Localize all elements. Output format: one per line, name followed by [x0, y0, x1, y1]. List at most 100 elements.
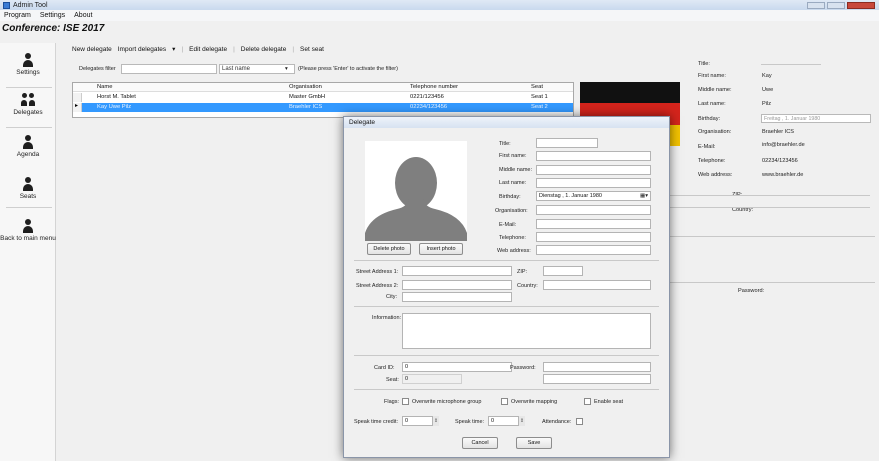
- menu-program[interactable]: Program: [4, 12, 31, 19]
- close-button[interactable]: [847, 1, 875, 9]
- enable-seat-checkbox[interactable]: [584, 398, 591, 405]
- delegate-photo: [365, 141, 467, 241]
- minimize-button[interactable]: [807, 1, 825, 9]
- filter-field-select[interactable]: Last name: [219, 64, 295, 74]
- first-name-field[interactable]: [536, 151, 651, 161]
- filter-field-value: Last name: [222, 66, 251, 72]
- street2-field[interactable]: [402, 280, 512, 290]
- toolbar: New delegate Import delegates ▾ | Edit d…: [72, 45, 324, 54]
- cell-telephone: 0221/123456: [410, 94, 444, 100]
- birthday-label: Birthday:: [499, 194, 521, 200]
- seat-value: 0: [405, 376, 409, 382]
- telephone-label: Telephone:: [499, 235, 526, 241]
- overwrite-mapping-checkbox[interactable]: [501, 398, 508, 405]
- column-header-seat[interactable]: Seat: [531, 84, 543, 90]
- seats-icon: [21, 177, 35, 191]
- card-id-value: 0: [405, 364, 409, 370]
- menu-about[interactable]: About: [74, 12, 92, 19]
- password-confirm-field[interactable]: [543, 374, 651, 384]
- filter-hint: (Please press 'Enter' to activate the fi…: [298, 66, 398, 72]
- attendance-checkbox[interactable]: [576, 418, 583, 425]
- menu-bar: Program Settings About: [0, 10, 879, 21]
- edit-delegate-button[interactable]: Edit delegate: [189, 46, 227, 53]
- table-row-selected[interactable]: ▸ Kay Uwe Pilz Braehler ICS 02234/123456…: [73, 103, 573, 112]
- street1-field[interactable]: [402, 266, 512, 276]
- information-field[interactable]: [402, 313, 651, 349]
- nav-agenda-label: Agenda: [16, 151, 40, 158]
- nav-back[interactable]: Back to main menu: [0, 219, 56, 242]
- detail-organisation: Braehler ICS: [762, 129, 795, 135]
- chevron-down-icon[interactable]: ▾: [172, 45, 175, 53]
- country-field[interactable]: [543, 280, 651, 290]
- information-label: Information:: [372, 315, 402, 321]
- nav-seats[interactable]: Seats: [0, 177, 56, 200]
- speak-credit-spinner-icon[interactable]: ⇕: [432, 416, 439, 426]
- detail-birthday-field: Freitag , 1. Januar 1980: [761, 114, 871, 123]
- column-header-organisation[interactable]: Organisation: [289, 84, 322, 90]
- detail-birthday: Freitag , 1. Januar 1980: [764, 116, 821, 122]
- overwrite-mic-checkbox[interactable]: [402, 398, 409, 405]
- person-silhouette-icon: [365, 141, 467, 241]
- detail-email: info@braehler.de: [762, 142, 805, 148]
- row-pointer-icon: ▸: [75, 103, 78, 109]
- web-address-label: Web address:: [497, 248, 531, 254]
- cell-name: Kay Uwe Pilz: [97, 104, 132, 110]
- table-row[interactable]: Horst M. Tablet Master GmbH 0221/123456 …: [73, 93, 573, 102]
- street1-label: Street Address 1:: [356, 269, 399, 275]
- maximize-button[interactable]: [827, 1, 845, 9]
- back-icon: [21, 219, 35, 233]
- save-button[interactable]: Save: [516, 437, 552, 449]
- insert-photo-button[interactable]: Insert photo: [419, 243, 463, 255]
- delegates-table: Name Organisation Telephone number Seat …: [72, 82, 574, 118]
- last-name-field[interactable]: [536, 178, 651, 188]
- import-delegates-button[interactable]: Import delegates: [118, 46, 166, 53]
- cell-telephone: 02234/123456: [410, 104, 448, 110]
- delete-delegate-button[interactable]: Delete delegate: [241, 46, 287, 53]
- birthday-picker[interactable]: Dienstag , 1. Januar 1980: [536, 191, 651, 201]
- overwrite-mic-label: Overwrite microphone group: [412, 399, 482, 405]
- zip-field[interactable]: [543, 266, 583, 276]
- city-field[interactable]: [402, 292, 512, 302]
- overwrite-mapping-label: Overwrite mapping: [511, 399, 558, 405]
- filter-label: Delegates filter: [79, 66, 116, 72]
- new-delegate-button[interactable]: New delegate: [72, 46, 112, 53]
- city-label: City:: [386, 294, 397, 300]
- detail-birthday-label: Birthday:: [698, 116, 721, 122]
- telephone-field[interactable]: [536, 232, 651, 242]
- organisation-field[interactable]: [536, 205, 651, 215]
- speak-time-spinner-icon[interactable]: ⇕: [518, 416, 525, 426]
- middle-name-field[interactable]: [536, 165, 651, 175]
- menu-settings[interactable]: Settings: [40, 12, 65, 19]
- title-field[interactable]: [536, 138, 598, 148]
- cancel-button[interactable]: Cancel: [462, 437, 498, 449]
- cell-name: Horst M. Tablet: [97, 94, 136, 100]
- middle-name-label: Middle name:: [499, 167, 533, 173]
- nav-agenda[interactable]: Agenda: [0, 135, 56, 158]
- delete-photo-button[interactable]: Delete photo: [367, 243, 411, 255]
- chevron-down-icon[interactable]: ▾: [285, 66, 288, 72]
- detail-organisation-label: Organisation:: [698, 129, 732, 135]
- detail-middle-name: Uwe: [762, 87, 774, 93]
- nav-delegates[interactable]: Delegates: [0, 93, 56, 116]
- column-header-name[interactable]: Name: [97, 84, 112, 90]
- street2-label: Street Address 2:: [356, 283, 399, 289]
- card-id-field[interactable]: 0: [402, 362, 512, 372]
- email-field[interactable]: [536, 219, 651, 229]
- password-label: Password:: [510, 365, 536, 371]
- card-id-label: Card ID:: [374, 365, 395, 371]
- detail-last-name-label: Last name:: [698, 101, 726, 107]
- password-field[interactable]: [543, 362, 651, 372]
- set-seat-button[interactable]: Set seat: [300, 46, 324, 53]
- app-icon: [3, 1, 10, 9]
- filter-input[interactable]: [121, 64, 217, 74]
- web-address-field[interactable]: [536, 245, 651, 255]
- detail-middle-name-label: Middle name:: [698, 87, 732, 93]
- attendance-label: Attendance:: [542, 419, 572, 425]
- detail-first-name-label: First name:: [698, 73, 726, 79]
- detail-first-name: Kay: [762, 73, 772, 79]
- column-header-telephone[interactable]: Telephone number: [410, 84, 458, 90]
- speak-time-label: Speak time:: [455, 419, 485, 425]
- calendar-icon[interactable]: ▦▾: [640, 193, 648, 199]
- nav-settings-label: Settings: [16, 69, 40, 76]
- nav-settings[interactable]: Settings: [0, 53, 56, 76]
